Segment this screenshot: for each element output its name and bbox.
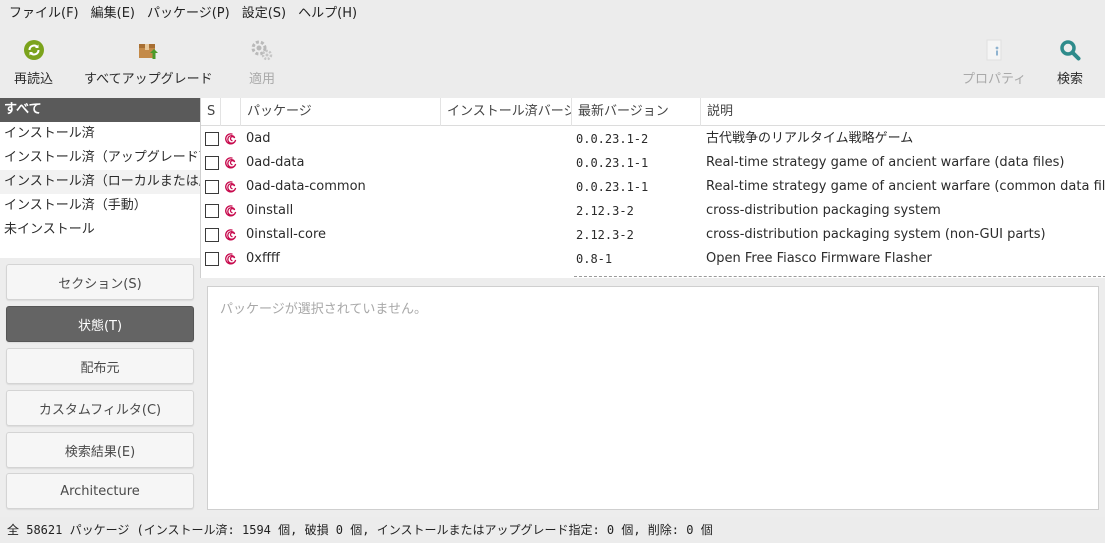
info-icon [982,38,1006,62]
reload-button[interactable]: 再読込 [14,38,53,87]
search-icon [1058,38,1082,62]
search-button[interactable]: 検索 [1057,38,1083,87]
column-icon[interactable] [221,98,241,126]
status-filter-button[interactable]: 状態(T) [6,306,194,342]
installed-version [447,199,572,223]
package-name: 0install-core [246,227,327,242]
latest-version: 0.0.23.1-1 [576,180,649,194]
reload-icon [22,38,46,62]
menu-bar: ファイル(F) 編集(E) パッケージ(P) 設定(S) ヘルプ(H) [0,0,1105,28]
filter-item-all[interactable]: すべて [0,98,200,122]
package-name: 0ad-data-common [246,179,366,194]
debian-icon [225,229,237,241]
menu-package[interactable]: パッケージ(P) [141,0,236,28]
package-name: 0ad-data [246,155,305,170]
upgrade-all-button[interactable]: すべてアップグレード [84,38,213,87]
latest-version: 0.0.23.1-1 [576,156,649,170]
debian-icon [225,157,237,169]
gears-icon [250,38,274,62]
latest-version: 0.8-1 [576,252,613,266]
column-description[interactable]: 説明 [701,98,1105,126]
apply-label: 適用 [249,72,276,87]
column-package[interactable]: パッケージ [241,98,441,126]
section-filter-button[interactable]: セクション(S) [6,264,194,300]
menu-settings[interactable]: 設定(S) [236,0,292,28]
latest-version: 0.0.23.1-2 [576,132,649,146]
mark-checkbox[interactable] [205,228,219,242]
mark-checkbox[interactable] [205,132,219,146]
package-description: 古代戦争のリアルタイム戦略ゲーム [706,131,914,146]
package-description: Real-time strategy game of ancient warfa… [706,155,1065,170]
properties-label: プロパティ [962,72,1027,87]
debian-icon [225,253,237,265]
table-header: S パッケージ インストール済バージョン 最新バージョン 説明 [201,98,1105,126]
reload-label: 再読込 [14,72,54,87]
status-bar: 全 58621 パッケージ (インストール済: 1594 個, 破損 0 個, … [0,517,1105,543]
search-label: 検索 [1057,72,1084,87]
filter-item-installed-local-obsolete[interactable]: インストール済（ローカルまたは廃止） [0,170,200,194]
debian-icon [225,133,237,145]
upgrade-all-label: すべてアップグレード [84,72,213,87]
filter-item-installed-upgradable[interactable]: インストール済（アップグレード可能） [0,146,200,170]
package-detail-pane: パッケージが選択されていません。 [207,286,1099,510]
debian-icon [225,181,237,193]
latest-version: 2.12.3-2 [576,204,634,218]
search-results-button[interactable]: 検索結果(E) [6,432,194,468]
toolbar: 再読込 すべてアップグレード 適用 プロパティ 検索 [0,28,1105,98]
installed-version [447,223,572,247]
detail-placeholder: パッケージが選択されていません。 [220,302,427,317]
properties-button[interactable]: プロパティ [962,38,1026,87]
architecture-filter-button[interactable]: Architecture [6,473,194,509]
latest-version: 2.12.3-2 [576,228,634,242]
debian-icon [225,205,237,217]
mark-checkbox[interactable] [205,156,219,170]
package-name: 0ad [246,131,271,146]
table-row[interactable]: 0install-core 2.12.3-2 cross-distributio… [201,223,1105,247]
apply-button[interactable]: 適用 [249,38,275,87]
table-row[interactable]: 0ad-data-common 0.0.23.1-1 Real-time str… [201,175,1105,199]
package-description: cross-distribution packaging system [706,203,941,218]
package-description: Real-time strategy game of ancient warfa… [706,179,1105,194]
table-row[interactable]: 0xffff 0.8-1 Open Free Fiasco Firmware F… [201,247,1105,271]
mark-checkbox[interactable] [205,204,219,218]
installed-version [447,127,572,151]
menu-file[interactable]: ファイル(F) [3,0,85,28]
menu-help[interactable]: ヘルプ(H) [292,0,363,28]
column-installed-version[interactable]: インストール済バージョン [441,98,572,126]
package-description: cross-distribution packaging system (non… [706,227,1046,242]
mark-checkbox[interactable] [205,252,219,266]
filter-item-installed-manual[interactable]: インストール済（手動） [0,194,200,218]
menu-edit[interactable]: 編集(E) [85,0,141,28]
mark-checkbox[interactable] [205,180,219,194]
pane-divider [574,276,1105,277]
table-row[interactable]: 0install 2.12.3-2 cross-distribution pac… [201,199,1105,223]
package-description: Open Free Fiasco Firmware Flasher [706,251,932,266]
custom-filter-button[interactable]: カスタムフィルタ(C) [6,390,194,426]
column-latest-version[interactable]: 最新バージョン [572,98,701,126]
installed-version [447,247,572,271]
table-row[interactable]: 0ad 0.0.23.1-2 古代戦争のリアルタイム戦略ゲーム [201,127,1105,151]
filter-item-not-installed[interactable]: 未インストール [0,218,200,242]
status-filter-list: すべて インストール済 インストール済（アップグレード可能） インストール済（ロ… [0,98,200,258]
table-row[interactable]: 0ad-data 0.0.23.1-1 Real-time strategy g… [201,151,1105,175]
installed-version [447,175,572,199]
package-name: 0install [246,203,294,218]
installed-version [447,151,572,175]
package-table: S パッケージ インストール済バージョン 最新バージョン 説明 0ad 0.0.… [200,98,1105,278]
filter-item-installed[interactable]: インストール済 [0,122,200,146]
package-upgrade-icon [136,38,160,62]
package-name: 0xffff [246,251,280,266]
origin-filter-button[interactable]: 配布元 [6,348,194,384]
column-status[interactable]: S [201,98,221,126]
